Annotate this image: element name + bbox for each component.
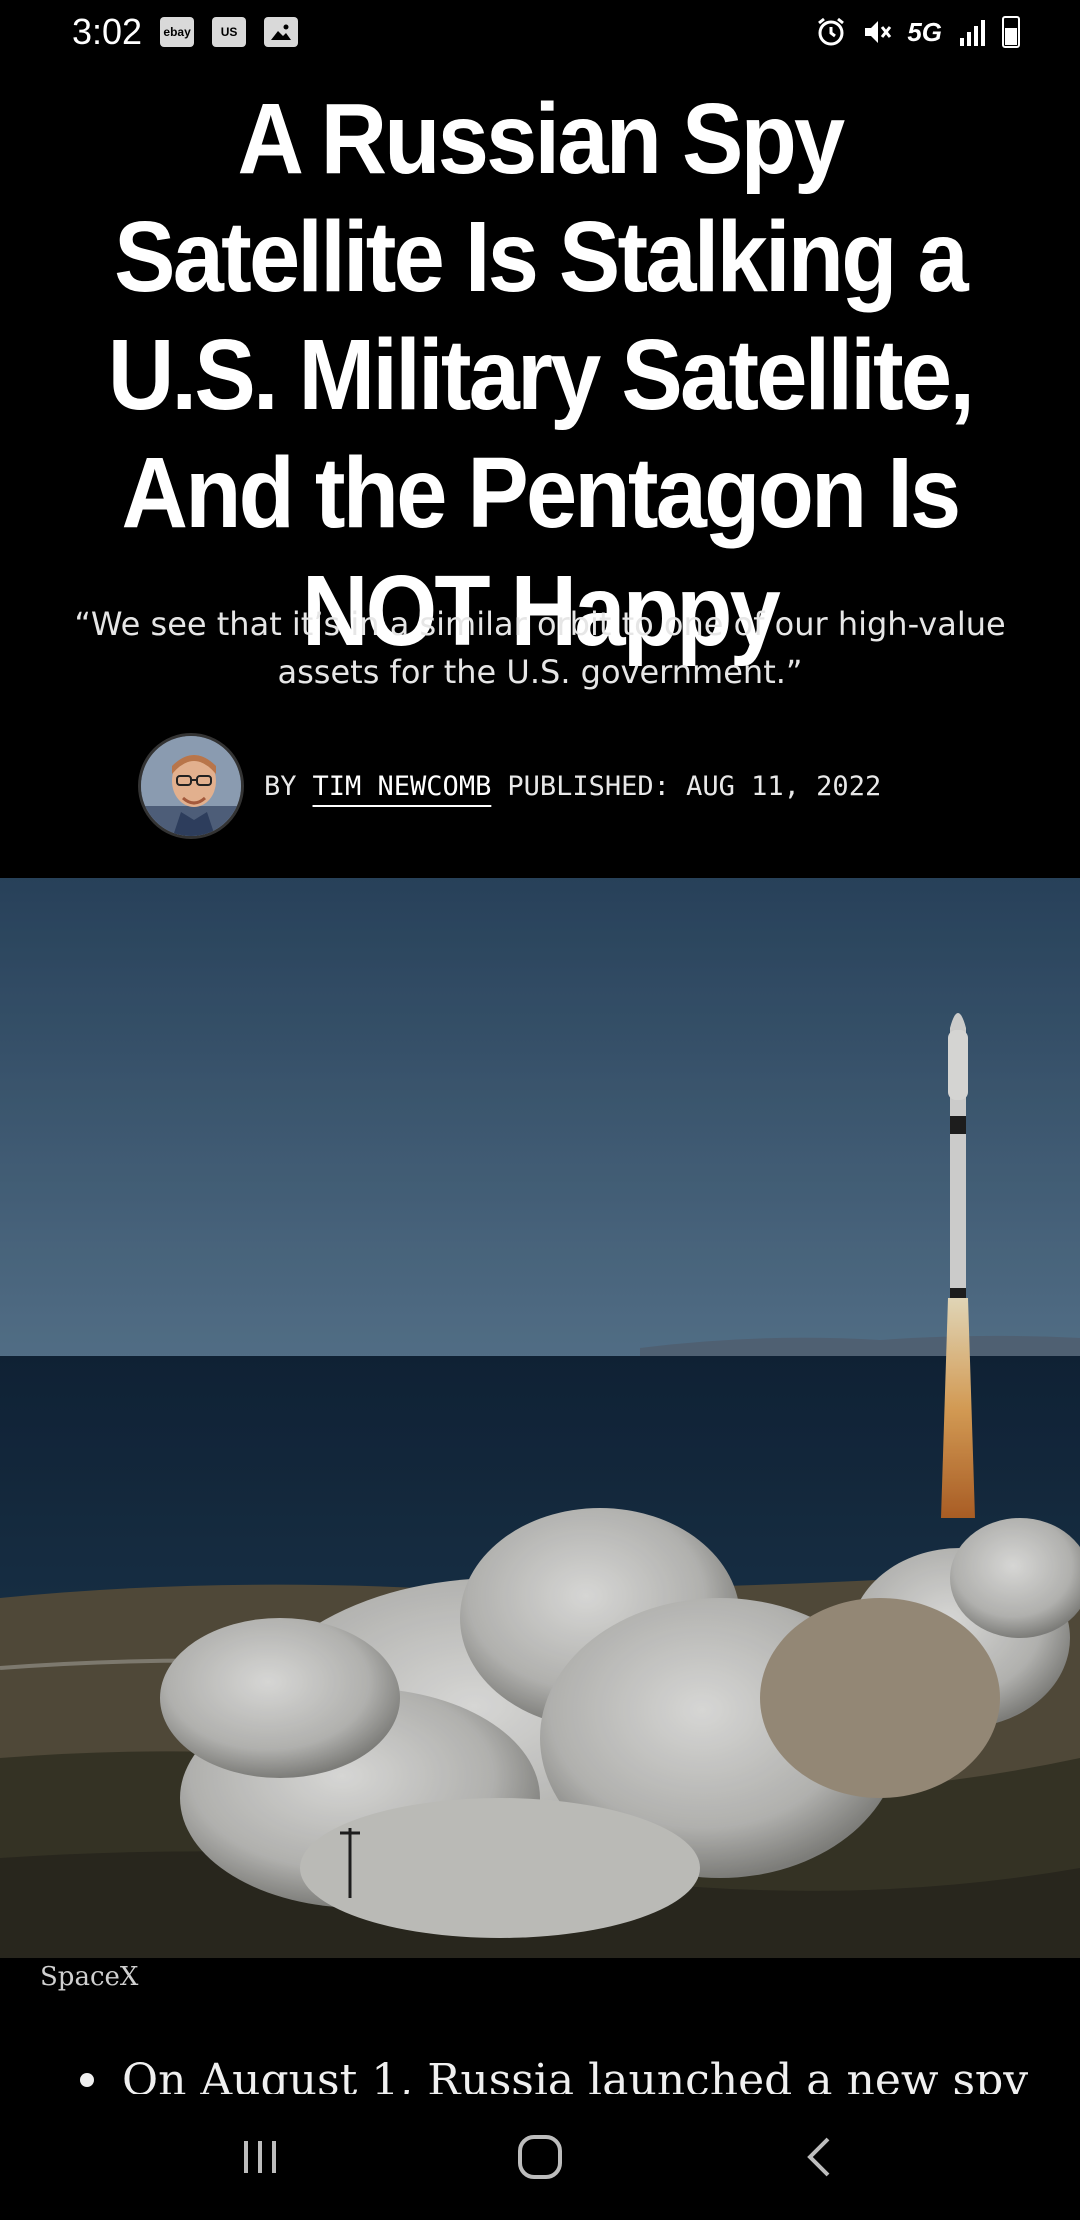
navigation-bar — [0, 2094, 1080, 2220]
published-date: PUBLISHED: AUG 11, 2022 — [507, 770, 882, 802]
ebay-notification-icon: ebay — [160, 17, 195, 47]
signal-icon — [960, 20, 985, 46]
alarm-icon — [818, 17, 845, 46]
hero-image — [0, 878, 1080, 1958]
article-headline: A Russian Spy Satellite Is Stalking a U.… — [107, 83, 975, 667]
byline: BY TIM NEWCOMB PUBLISHED: AUG 11, 2022 — [138, 732, 881, 840]
image-notification-icon — [264, 17, 299, 47]
status-left: 3:02 ebay US — [72, 11, 299, 53]
recent-apps-icon — [244, 2141, 276, 2173]
mute-icon — [865, 21, 892, 43]
home-button[interactable] — [500, 2117, 580, 2197]
author-avatar[interactable] — [138, 733, 244, 839]
status-time: 3:02 — [72, 11, 143, 52]
network-type: 5G — [907, 16, 942, 47]
article-dek: “We see that it’s in a similar orbit to … — [74, 605, 1006, 691]
image-caption: SpaceX — [40, 1962, 139, 1992]
back-icon — [807, 2137, 830, 2177]
author-link[interactable]: TIM NEWCOMB — [313, 771, 492, 802]
status-bar: 3:02 ebay US 5G — [0, 0, 1080, 64]
status-right: 5G — [815, 16, 1020, 48]
bullet-icon — [80, 2073, 94, 2087]
battery-icon — [1002, 16, 1020, 48]
back-button[interactable] — [780, 2117, 860, 2197]
us-notification-icon: US — [212, 17, 247, 47]
home-icon — [518, 2135, 562, 2179]
byline-prefix: BY — [264, 770, 297, 802]
recent-apps-button[interactable] — [220, 2117, 300, 2197]
